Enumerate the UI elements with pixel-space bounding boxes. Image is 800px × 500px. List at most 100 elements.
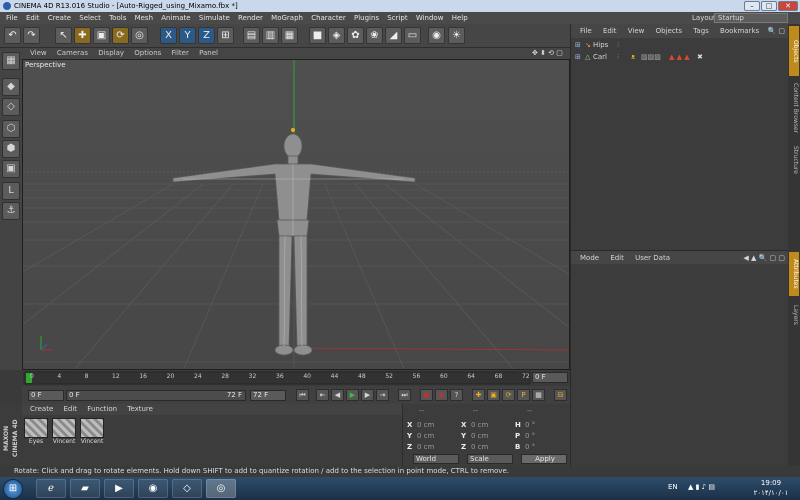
viewport-menu-view[interactable]: View (30, 48, 47, 59)
viewport-menu-filter[interactable]: Filter (172, 48, 189, 59)
attr-menu-mode[interactable]: Mode (580, 251, 599, 265)
record-icon[interactable]: ● (420, 389, 433, 401)
material-menu-texture[interactable]: Texture (127, 404, 153, 415)
y-axis-icon[interactable]: Y (179, 27, 196, 44)
tweak-mode-icon[interactable]: ⚓ (2, 202, 20, 220)
apply-button[interactable]: Apply (521, 454, 567, 464)
goto-start-icon[interactable]: ⏮ (296, 389, 309, 401)
object-menu-edit[interactable]: Edit (603, 24, 617, 38)
light-icon[interactable]: ☀ (448, 27, 465, 44)
menu-plugins[interactable]: Plugins (354, 12, 379, 24)
coord-value[interactable]: 0 cm (471, 442, 488, 452)
menu-select[interactable]: Select (79, 12, 101, 24)
model-mode-icon[interactable]: ◆ (2, 78, 20, 96)
coord-value[interactable]: 0 cm (471, 420, 488, 430)
timeline-ruler[interactable]: 0 4 8 12 16 20 24 28 32 36 40 44 48 52 56 60 64 68 72 0 F (22, 370, 570, 386)
internet-explorer-icon[interactable]: ℯ (36, 479, 66, 498)
coord-value[interactable]: 0 ° (525, 431, 535, 441)
make-editable-icon[interactable]: ▦ (2, 52, 20, 70)
viewport-menu-display[interactable]: Display (98, 48, 124, 59)
menu-mograph[interactable]: MoGraph (271, 12, 303, 24)
timeline-scheme-icon[interactable]: ⊟ (554, 389, 567, 401)
z-axis-icon[interactable]: Z (198, 27, 215, 44)
side-tab-structure[interactable]: Structure (789, 140, 799, 180)
side-tab-attributes[interactable]: Attributes (789, 252, 799, 296)
prev-frame-icon[interactable]: ◀ (331, 389, 344, 401)
coord-value[interactable]: 0 cm (471, 431, 488, 441)
array-icon[interactable]: ✿ (347, 27, 364, 44)
undo-icon[interactable]: ↶ (4, 27, 21, 44)
rotate-icon[interactable]: ⟳ (112, 27, 129, 44)
material-swatch[interactable]: Eyes (24, 418, 48, 446)
play-icon[interactable]: ▶ (346, 389, 359, 401)
viewport-menu-panel[interactable]: Panel (199, 48, 218, 59)
cube-icon[interactable]: ■ (309, 27, 326, 44)
side-tab-layers[interactable]: Layers (789, 300, 799, 330)
maximize-button[interactable]: □ (761, 1, 777, 11)
next-frame-icon[interactable]: ▶ (361, 389, 374, 401)
camera-icon[interactable]: ◉ (428, 27, 445, 44)
clock-time[interactable]: 19:09 (744, 479, 798, 487)
viewport-menu-cameras[interactable]: Cameras (57, 48, 88, 59)
edit-render-settings-icon[interactable]: ▦ (281, 27, 298, 44)
skin-tag-icon[interactable]: ▲ ▲ ▲ (669, 52, 690, 63)
media-player-icon[interactable]: ▶ (104, 479, 134, 498)
key-parameter-icon[interactable]: P (517, 389, 530, 401)
preview-range-slider[interactable]: 0 F 72 F (66, 390, 246, 401)
coord-value[interactable]: 0 cm (417, 431, 434, 441)
menu-help[interactable]: Help (452, 12, 468, 24)
uvw-tag-icon[interactable]: ✖ (697, 52, 703, 63)
menu-animate[interactable]: Animate (161, 12, 190, 24)
autokey-icon[interactable]: ◉ (435, 389, 448, 401)
keyframe-selection-icon[interactable]: ? (450, 389, 463, 401)
menu-script[interactable]: Script (387, 12, 407, 24)
object-menu-view[interactable]: View (628, 24, 645, 38)
viewport-nav-icons[interactable]: ✥ ⬍ ⟲ ▢ (532, 48, 563, 59)
close-button[interactable]: ✕ (778, 1, 798, 11)
coord-value[interactable]: 0 cm (417, 442, 434, 452)
current-frame-field[interactable]: 0 F (532, 372, 568, 383)
menu-simulate[interactable]: Simulate (199, 12, 230, 24)
goto-end-icon[interactable]: ⏭ (398, 389, 411, 401)
texture-mode-icon[interactable]: ◇ (2, 98, 20, 116)
key-position-icon[interactable]: ✚ (472, 389, 485, 401)
language-indicator[interactable]: EN (668, 483, 678, 491)
menu-character[interactable]: Character (311, 12, 346, 24)
object-menu-tags[interactable]: Tags (693, 24, 709, 38)
side-tab-content-browser[interactable]: Content Browser (789, 80, 799, 136)
menu-tools[interactable]: Tools (109, 12, 126, 24)
key-scale-icon[interactable]: ▣ (487, 389, 500, 401)
prev-key-icon[interactable]: ⇤ (316, 389, 329, 401)
material-tag-icon[interactable]: ▨▨▨ (641, 52, 661, 63)
tray-icons[interactable]: ▲ ▮ ♪ ▤ (688, 483, 715, 491)
edges-mode-icon[interactable]: ⬢ (2, 140, 20, 158)
x-axis-icon[interactable]: X (160, 27, 177, 44)
key-rotation-icon[interactable]: ⟳ (502, 389, 515, 401)
coord-value[interactable]: 0 cm (417, 420, 434, 430)
attr-menu-edit[interactable]: Edit (610, 251, 624, 265)
scale-icon[interactable]: ▣ (93, 27, 110, 44)
recent-tool-icon[interactable]: ◎ (131, 27, 148, 44)
deformer-icon[interactable]: ◢ (385, 27, 402, 44)
metaball-icon[interactable]: ❀ (366, 27, 383, 44)
attribute-nav-icons[interactable]: ◀ ▲ 🔍 ▢ ▢ (743, 251, 785, 265)
coord-value[interactable]: 0 ° (525, 420, 535, 430)
coord-mode-select[interactable]: World (413, 454, 459, 464)
firefox-icon[interactable]: ◉ (138, 479, 168, 498)
live-select-icon[interactable]: ↖ (55, 27, 72, 44)
start-frame-field[interactable]: 0 F (28, 390, 64, 401)
menu-mesh[interactable]: Mesh (135, 12, 153, 24)
layout-select[interactable]: Startup (714, 13, 788, 23)
axis-mode-icon[interactable]: L (2, 182, 20, 200)
clock-date[interactable]: ۲۰۱۴/۱۰/۰۱ (744, 489, 798, 497)
key-pla-icon[interactable]: ▦ (532, 389, 545, 401)
next-key-icon[interactable]: ⇥ (376, 389, 389, 401)
object-row-carl[interactable]: ⊞ △ Carl ⁝ ᴥ ▨▨▨ ▲ ▲ ▲ ✖ (571, 52, 789, 63)
visibility-dots[interactable]: ⁝ (617, 52, 619, 63)
object-menu-bookmarks[interactable]: Bookmarks (720, 24, 759, 38)
material-menu-edit[interactable]: Edit (64, 404, 78, 415)
material-swatch[interactable]: Vincent (52, 418, 76, 446)
viewport-menu-options[interactable]: Options (134, 48, 161, 59)
weight-tag-icon[interactable]: ᴥ (631, 52, 635, 63)
render-view-icon[interactable]: ▤ (243, 27, 260, 44)
